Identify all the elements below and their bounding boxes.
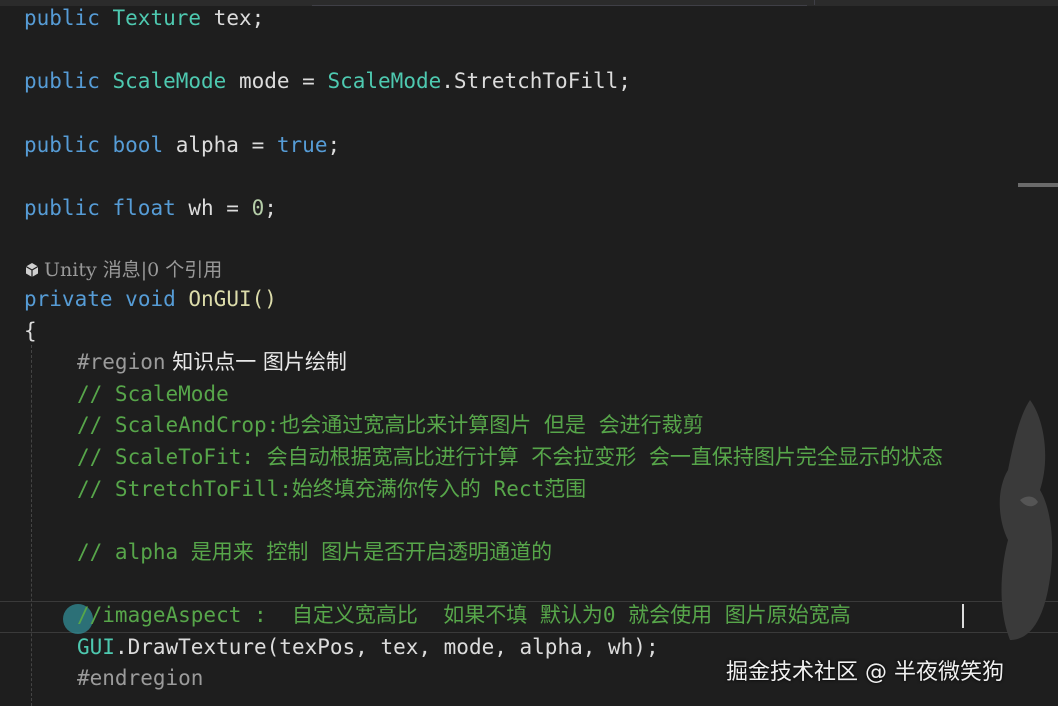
type-name: Texture [112, 6, 202, 30]
code-line-texture: public Texture tex; [24, 3, 264, 33]
codelens-text: Unity 消息|0 个引用 [44, 259, 223, 281]
region-keyword: #region [77, 350, 166, 374]
type-name: ScaleMode [112, 69, 227, 93]
watermark: 掘金技术社区 @ 半夜微笑狗 [726, 660, 1004, 685]
code-line-wh: public float wh = 0; [24, 193, 277, 223]
keyword: private [24, 287, 113, 311]
code-text: .StretchToFill; [441, 69, 631, 93]
keyword: public [24, 133, 100, 157]
keyword: float [112, 196, 176, 220]
comment-line: // ScaleMode [77, 382, 229, 406]
code-text: wh = [175, 196, 252, 220]
comment-line: // ScaleAndCrop:也会通过宽高比来计算图片 但是 会进行裁剪 [77, 413, 704, 437]
indent-guide [31, 345, 33, 706]
code-editor[interactable]: public Texture tex; public ScaleMode mod… [0, 0, 1058, 706]
keyword: public [24, 69, 100, 93]
code-text: ; [264, 196, 277, 220]
unity-icon [25, 263, 39, 277]
code-text: mode = [226, 69, 328, 93]
endregion-line: #endregion [77, 666, 204, 690]
text-caret [962, 604, 964, 628]
code-text: .DrawTexture(texPos, tex, mode, alpha, w… [114, 635, 659, 659]
keyword: bool [112, 133, 164, 157]
comment-line: // StretchToFill:始终填充满你传入的 Rect范围 [77, 477, 587, 501]
comment-line: // alpha 是用来 控制 图片是否开启透明通道的 [77, 540, 553, 564]
literal: true [276, 133, 328, 157]
region-line: #region 知识点一 图片绘制 [77, 347, 347, 377]
region-title: 知识点一 图片绘制 [165, 350, 347, 374]
type-name: ScaleMode [327, 69, 442, 93]
keyword: public [24, 6, 100, 30]
comment-line-current: //imageAspect : 自定义宽高比 如果不填 默认为0 就会使用 图片… [77, 603, 851, 627]
type-name: GUI [77, 635, 115, 659]
code-line-ongui: private void OnGUI() [24, 284, 277, 314]
codelens-hint[interactable]: Unity 消息|0 个引用 [24, 255, 222, 285]
code-line-scalemode: public ScaleMode mode = ScaleMode.Stretc… [24, 66, 631, 96]
mascot-image [999, 400, 1053, 640]
code-text: tex; [201, 6, 265, 30]
open-brace: { [24, 319, 37, 343]
keyword: public [24, 196, 100, 220]
method-name: OnGUI() [175, 287, 277, 311]
scrollbar-marker[interactable] [1018, 183, 1058, 187]
comment-line: // ScaleToFit: 会自动根据宽高比进行计算 不会拉变形 会一直保持图… [77, 445, 943, 469]
code-line-alpha: public bool alpha = true; [24, 130, 340, 160]
code-line-drawtexture: GUI.DrawTexture(texPos, tex, mode, alpha… [77, 632, 659, 662]
code-text: alpha = [163, 133, 277, 157]
keyword: void [125, 287, 176, 311]
code-text: ; [327, 133, 341, 157]
number-literal: 0 [251, 196, 265, 220]
